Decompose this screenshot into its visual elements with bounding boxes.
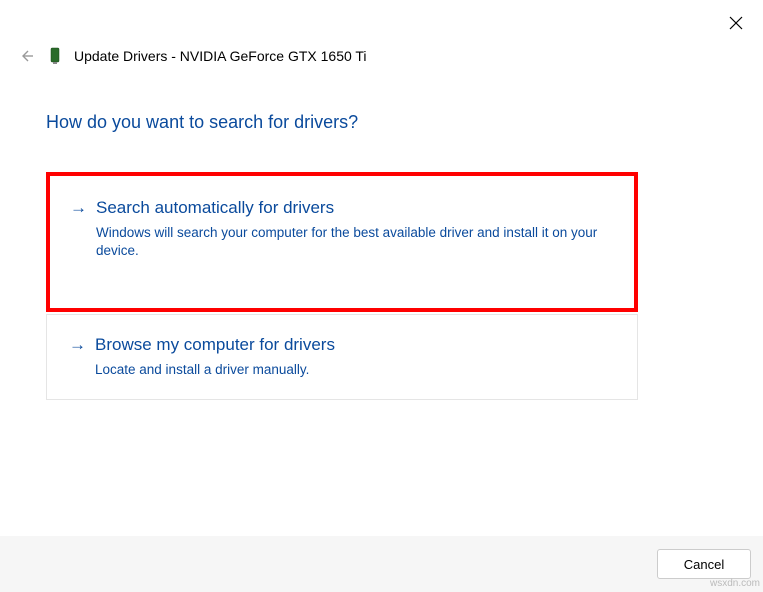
cancel-button[interactable]: Cancel: [657, 549, 751, 579]
arrow-right-icon: →: [70, 196, 86, 260]
footer: Cancel: [0, 536, 763, 592]
header: Update Drivers - NVIDIA GeForce GTX 1650…: [18, 47, 367, 65]
watermark: wsxdn.com: [710, 578, 760, 589]
close-icon: [729, 16, 743, 30]
close-button[interactable]: [727, 14, 745, 32]
window-title: Update Drivers - NVIDIA GeForce GTX 1650…: [74, 48, 367, 64]
back-button[interactable]: [18, 47, 36, 65]
option-title: Search automatically for drivers: [96, 196, 614, 220]
option-text: Browse my computer for drivers Locate an…: [95, 333, 335, 379]
option-description: Locate and install a driver manually.: [95, 361, 335, 379]
option-title: Browse my computer for drivers: [95, 333, 335, 357]
back-arrow-icon: [19, 48, 35, 64]
option-search-automatically[interactable]: → Search automatically for drivers Windo…: [46, 172, 638, 312]
page-heading: How do you want to search for drivers?: [46, 112, 358, 133]
arrow-right-icon: →: [69, 333, 85, 379]
option-description: Windows will search your computer for th…: [96, 224, 614, 260]
device-icon: [48, 47, 62, 65]
option-text: Search automatically for drivers Windows…: [96, 196, 614, 260]
option-browse-computer[interactable]: → Browse my computer for drivers Locate …: [46, 314, 638, 400]
